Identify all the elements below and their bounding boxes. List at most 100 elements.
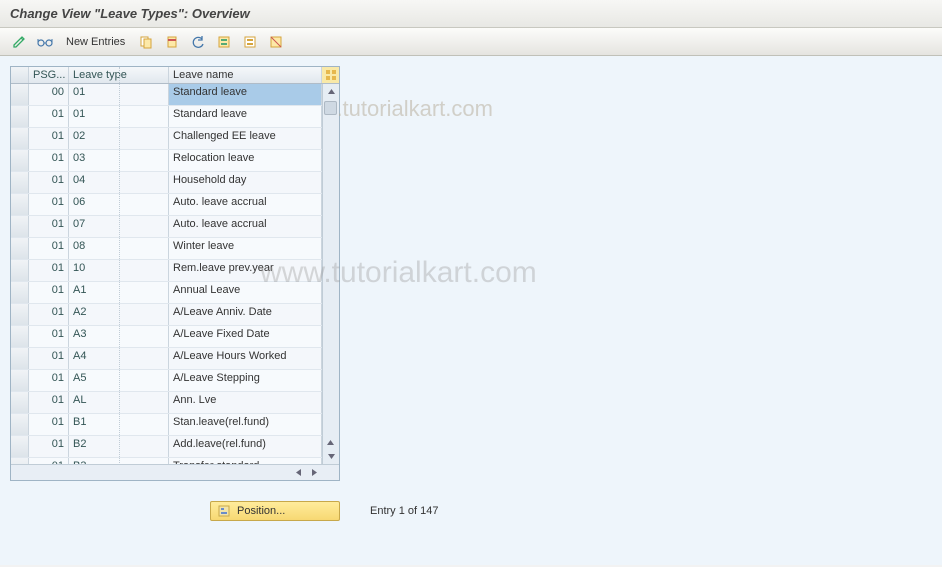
cell-leave-type[interactable]: 06 <box>69 194 169 215</box>
cell-leave-name[interactable]: Rem.leave prev.year <box>169 260 321 281</box>
row-selector[interactable] <box>11 414 29 435</box>
cell-leave-type[interactable]: A4 <box>69 348 169 369</box>
undo-icon[interactable] <box>187 32 209 52</box>
table-row[interactable]: 0102Challenged EE leave <box>11 128 339 150</box>
deselect-all-icon[interactable] <box>265 32 287 52</box>
cell-psg[interactable]: 01 <box>29 150 69 171</box>
row-selector[interactable] <box>11 238 29 259</box>
table-row[interactable]: 0107Auto. leave accrual <box>11 216 339 238</box>
cell-psg[interactable]: 01 <box>29 282 69 303</box>
vertical-scrollbar[interactable] <box>322 84 339 464</box>
cell-leave-name[interactable]: A/Leave Stepping <box>169 370 321 391</box>
cell-psg[interactable]: 01 <box>29 128 69 149</box>
cell-psg[interactable]: 01 <box>29 348 69 369</box>
cell-psg[interactable]: 01 <box>29 238 69 259</box>
cell-leave-type[interactable]: A5 <box>69 370 169 391</box>
scroll-up-icon[interactable] <box>324 84 339 99</box>
cell-leave-name[interactable]: Ann. Lve <box>169 392 321 413</box>
row-selector[interactable] <box>11 392 29 413</box>
change-display-icon[interactable] <box>8 32 30 52</box>
cell-psg[interactable]: 01 <box>29 304 69 325</box>
row-selector[interactable] <box>11 194 29 215</box>
row-selector[interactable] <box>11 282 29 303</box>
cell-psg[interactable]: 01 <box>29 194 69 215</box>
cell-leave-name[interactable]: Relocation leave <box>169 150 321 171</box>
cell-leave-name[interactable]: Household day <box>169 172 321 193</box>
cell-psg[interactable]: 00 <box>29 84 69 105</box>
table-row[interactable]: 0106Auto. leave accrual <box>11 194 339 216</box>
cell-psg[interactable]: 01 <box>29 106 69 127</box>
table-row[interactable]: 0104Household day <box>11 172 339 194</box>
row-selector[interactable] <box>11 260 29 281</box>
cell-leave-type[interactable]: AL <box>69 392 169 413</box>
row-selector[interactable] <box>11 84 29 105</box>
col-leave-type[interactable]: Leave type <box>69 67 169 83</box>
table-row[interactable]: 0108Winter leave <box>11 238 339 260</box>
cell-psg[interactable]: 01 <box>29 370 69 391</box>
cell-leave-name[interactable]: A/Leave Hours Worked <box>169 348 321 369</box>
cell-leave-type[interactable]: A2 <box>69 304 169 325</box>
table-row[interactable]: 01A1Annual Leave <box>11 282 339 304</box>
table-row[interactable]: 01B2Add.leave(rel.fund) <box>11 436 339 458</box>
row-selector[interactable] <box>11 348 29 369</box>
col-psg[interactable]: PSG... <box>29 67 69 83</box>
cell-leave-type[interactable]: A3 <box>69 326 169 347</box>
table-row[interactable]: 01A3A/Leave Fixed Date <box>11 326 339 348</box>
select-block-icon[interactable] <box>239 32 261 52</box>
cell-leave-type[interactable]: 07 <box>69 216 169 237</box>
cell-leave-name[interactable]: Standard leave <box>169 106 321 127</box>
cell-leave-type[interactable]: 01 <box>69 106 169 127</box>
table-row[interactable]: 0103Relocation leave <box>11 150 339 172</box>
table-row[interactable]: 0001Standard leave <box>11 84 339 106</box>
horizontal-scrollbar[interactable] <box>11 464 339 480</box>
scroll-right-icon[interactable] <box>307 466 321 480</box>
row-selector[interactable] <box>11 216 29 237</box>
select-all-icon[interactable] <box>213 32 235 52</box>
copy-icon[interactable] <box>135 32 157 52</box>
row-selector[interactable] <box>11 172 29 193</box>
table-settings-icon[interactable] <box>321 67 339 83</box>
cell-leave-name[interactable]: Stan.leave(rel.fund) <box>169 414 321 435</box>
new-entries-button[interactable]: New Entries <box>60 36 131 48</box>
cell-leave-name[interactable]: Annual Leave <box>169 282 321 303</box>
row-selector[interactable] <box>11 150 29 171</box>
cell-leave-type[interactable]: 04 <box>69 172 169 193</box>
table-row[interactable]: 01A4A/Leave Hours Worked <box>11 348 339 370</box>
col-selector[interactable] <box>11 67 29 83</box>
cell-leave-type[interactable]: 02 <box>69 128 169 149</box>
row-selector[interactable] <box>11 436 29 457</box>
cell-psg[interactable]: 01 <box>29 436 69 457</box>
scroll-down-icon[interactable] <box>324 449 339 464</box>
cell-leave-type[interactable]: B1 <box>69 414 169 435</box>
cell-leave-type[interactable]: B3 <box>69 458 169 464</box>
row-selector[interactable] <box>11 370 29 391</box>
cell-psg[interactable]: 01 <box>29 326 69 347</box>
cell-leave-type[interactable]: B2 <box>69 436 169 457</box>
table-row[interactable]: 01B1Stan.leave(rel.fund) <box>11 414 339 436</box>
cell-leave-name[interactable]: Add.leave(rel.fund) <box>169 436 321 457</box>
table-row[interactable]: 01A5A/Leave Stepping <box>11 370 339 392</box>
cell-psg[interactable]: 01 <box>29 172 69 193</box>
row-selector[interactable] <box>11 326 29 347</box>
cell-leave-type[interactable]: 10 <box>69 260 169 281</box>
cell-leave-name[interactable]: Winter leave <box>169 238 321 259</box>
cell-leave-name[interactable]: A/Leave Anniv. Date <box>169 304 321 325</box>
cell-psg[interactable]: 01 <box>29 216 69 237</box>
scroll-track[interactable] <box>323 99 339 449</box>
scroll-left-icon[interactable] <box>291 466 305 480</box>
cell-leave-type[interactable]: A1 <box>69 282 169 303</box>
table-row[interactable]: 0110Rem.leave prev.year <box>11 260 339 282</box>
cell-leave-type[interactable]: 03 <box>69 150 169 171</box>
cell-leave-type[interactable]: 01 <box>69 84 169 105</box>
cell-leave-name[interactable]: Auto. leave accrual <box>169 216 321 237</box>
cell-leave-type[interactable]: 08 <box>69 238 169 259</box>
cell-leave-name[interactable]: Challenged EE leave <box>169 128 321 149</box>
row-selector[interactable] <box>11 304 29 325</box>
col-leave-name[interactable]: Leave name <box>169 67 321 83</box>
cell-leave-name[interactable]: Auto. leave accrual <box>169 194 321 215</box>
row-selector[interactable] <box>11 106 29 127</box>
cell-leave-name[interactable]: A/Leave Fixed Date <box>169 326 321 347</box>
cell-psg[interactable]: 01 <box>29 392 69 413</box>
position-button[interactable]: Position... <box>210 501 340 521</box>
scroll-thumb[interactable] <box>324 101 337 115</box>
